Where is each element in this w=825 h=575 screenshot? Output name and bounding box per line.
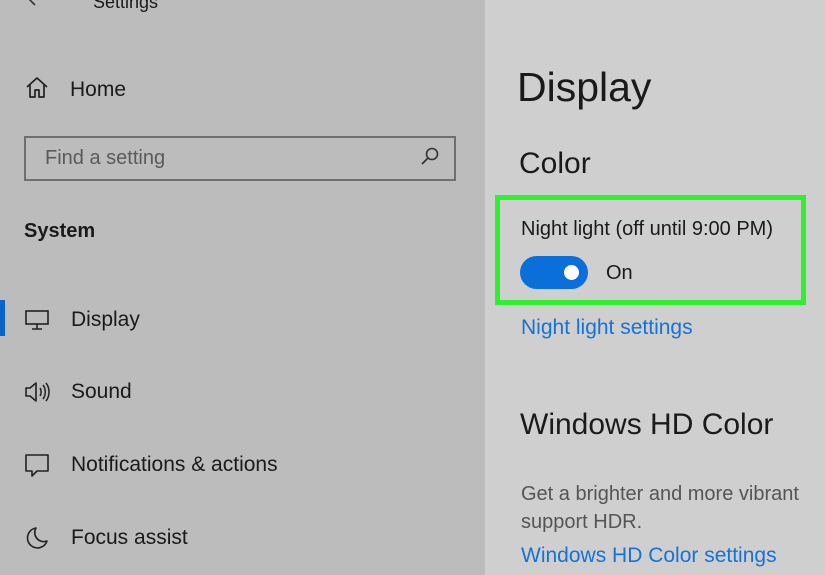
toggle-knob [564, 265, 579, 280]
search-icon[interactable] [420, 146, 440, 171]
home-icon [24, 75, 50, 106]
section-heading-system: System [24, 220, 96, 242]
sidebar-item-label: Notifications & actions [71, 453, 278, 476]
night-light-label: Night light (off until 9:00 PM) [521, 218, 773, 240]
hd-color-description-line2: support HDR. [521, 511, 643, 533]
monitor-icon [22, 305, 52, 335]
sidebar-item-sound[interactable]: Sound [0, 369, 470, 415]
sidebar-item-display[interactable]: Display [0, 297, 470, 343]
section-heading-color: Color [519, 147, 591, 180]
sidebar-item-label: Sound [71, 380, 132, 403]
moon-icon [22, 523, 52, 553]
night-light-settings-link[interactable]: Night light settings [521, 316, 693, 340]
back-arrow-icon [26, 0, 48, 11]
hd-color-description-line1: Get a brighter and more vibrant [521, 483, 799, 505]
night-light-toggle[interactable] [520, 256, 588, 289]
back-button[interactable] [22, 0, 52, 12]
sidebar-item-label: Focus assist [71, 526, 188, 549]
toggle-state-label: On [606, 262, 633, 284]
hd-color-description: Get a brighter and more vibrant support … [521, 480, 821, 536]
section-heading-hd-color: Windows HD Color [520, 408, 774, 441]
sidebar-item-label: Display [71, 308, 140, 331]
notification-icon [22, 450, 52, 480]
sidebar-item-focus-assist[interactable]: Focus assist [0, 515, 470, 561]
hd-color-settings-link[interactable]: Windows HD Color settings [521, 544, 777, 568]
page-title: Display [517, 64, 652, 110]
search-box[interactable] [24, 136, 456, 181]
window-title: Settings [93, 0, 159, 12]
search-input[interactable] [43, 146, 420, 171]
home-label: Home [70, 78, 127, 101]
sidebar-item-notifications[interactable]: Notifications & actions [0, 442, 470, 488]
home-nav-item[interactable]: Home [24, 72, 464, 108]
speaker-icon [22, 377, 52, 407]
